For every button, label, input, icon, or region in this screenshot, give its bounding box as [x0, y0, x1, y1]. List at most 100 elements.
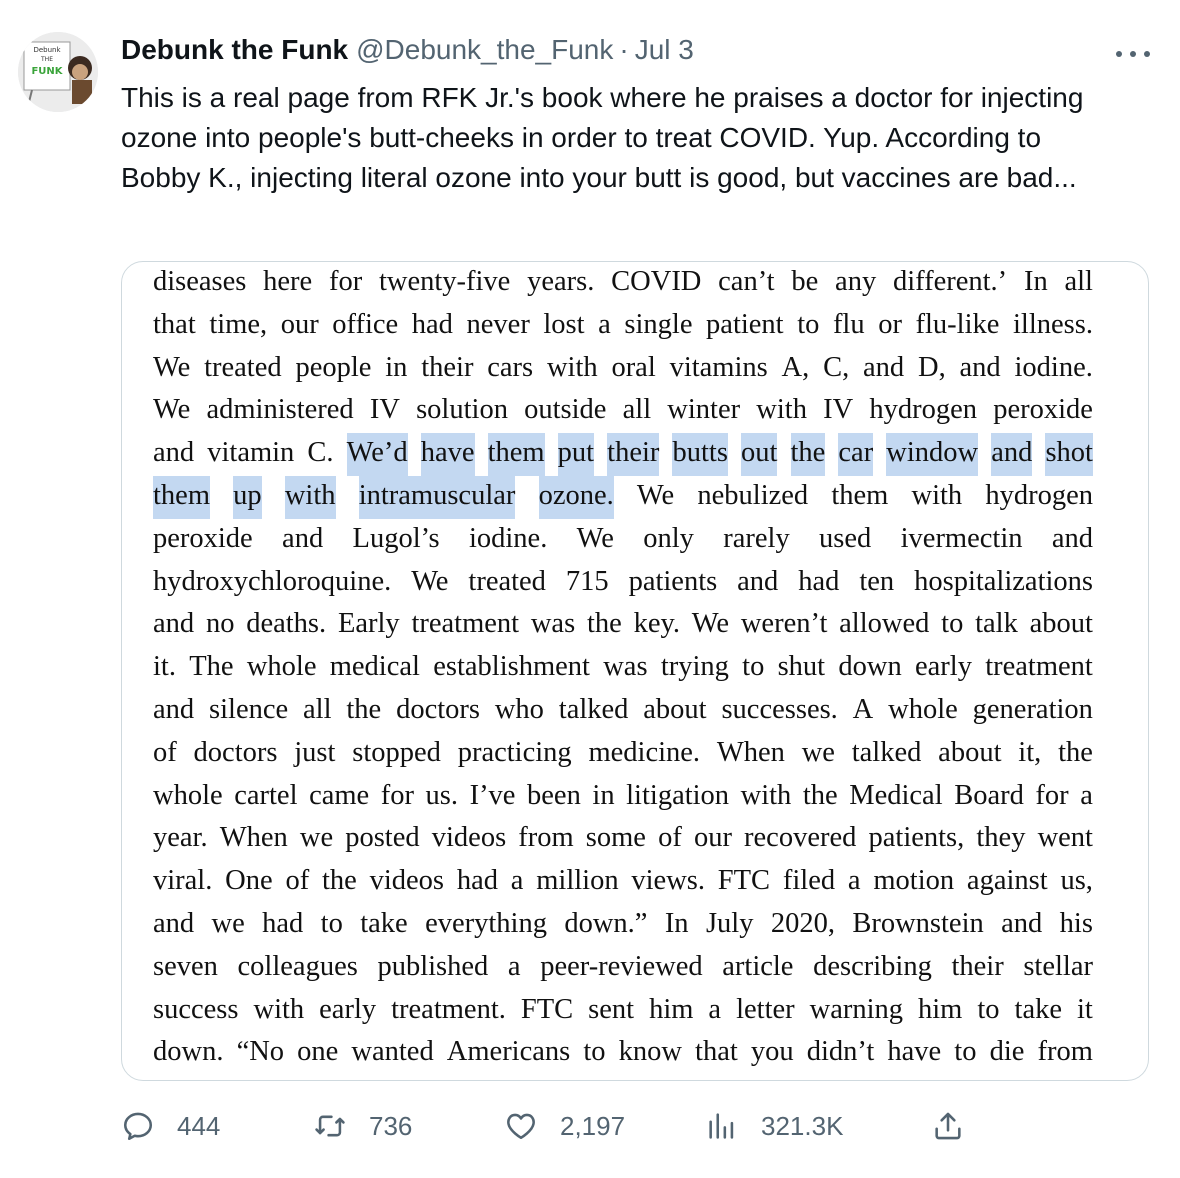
- book-word: here: [263, 266, 313, 297]
- book-word: warning: [809, 993, 904, 1025]
- book-word: doctors: [193, 736, 278, 768]
- book-word: COVID: [611, 266, 702, 297]
- tweet-media-image[interactable]: diseases here for twenty-five years. COVID can…: [121, 261, 1149, 1081]
- book-word: in: [592, 779, 615, 811]
- book-word: FTC: [717, 865, 771, 897]
- book-word: talk: [975, 608, 1018, 640]
- display-name[interactable]: Debunk the Funk: [121, 34, 348, 66]
- book-word: letter: [736, 993, 795, 1025]
- book-word: FTC: [520, 993, 574, 1025]
- book-word: we: [801, 736, 835, 768]
- like-button[interactable]: 2,197: [504, 1104, 625, 1148]
- tweet-date[interactable]: Jul 3: [635, 34, 694, 66]
- book-word: I’ve: [469, 779, 516, 811]
- book-word: one: [297, 1036, 339, 1068]
- retweet-button[interactable]: 736: [313, 1104, 412, 1148]
- book-word: a: [847, 865, 861, 897]
- book-word: We: [576, 522, 614, 554]
- book-word: IV: [369, 394, 400, 426]
- action-bar: 444 736 2,197 321.3K: [121, 1104, 1121, 1148]
- book-word: and: [153, 907, 195, 939]
- book-word: down: [838, 651, 902, 683]
- book-word: vitamin: [207, 437, 295, 469]
- book-word: their: [421, 351, 474, 383]
- book-word: In: [1023, 266, 1048, 297]
- reply-button[interactable]: 444: [121, 1104, 220, 1148]
- book-word: butts: [672, 433, 728, 476]
- book-word: iodine.: [468, 522, 548, 554]
- book-line: seven colleagues published a peer-reviewed ar…: [153, 947, 1093, 990]
- book-word: intramuscular: [358, 475, 516, 519]
- book-word: the: [802, 779, 838, 811]
- book-word: a: [708, 993, 722, 1025]
- book-word: with: [284, 475, 336, 519]
- book-word: you: [750, 1036, 794, 1068]
- book-word: of: [658, 822, 682, 854]
- handle[interactable]: @Debunk_the_Funk: [356, 34, 613, 66]
- more-icon-dot: [1130, 51, 1136, 57]
- book-word: a: [1080, 779, 1093, 811]
- book-word: generation: [972, 693, 1093, 725]
- avatar[interactable]: Debunk THE FUNK: [18, 32, 98, 112]
- book-word: We: [636, 479, 675, 511]
- book-word: IV: [823, 394, 854, 426]
- views-button[interactable]: 321.3K: [705, 1104, 843, 1148]
- book-word: lost: [543, 308, 585, 340]
- more-icon-dot: [1116, 51, 1122, 57]
- retweet-icon: [315, 1115, 345, 1137]
- book-word: treatment: [985, 651, 1093, 683]
- like-count: 2,197: [560, 1110, 626, 1141]
- book-word: used: [819, 522, 872, 554]
- book-word: have: [420, 433, 475, 476]
- book-word: had: [456, 865, 498, 897]
- book-word: We’d: [346, 433, 408, 476]
- book-word: from: [1037, 1036, 1093, 1068]
- book-word: We: [153, 351, 191, 383]
- book-word: iodine.: [1014, 351, 1093, 383]
- book-word: to: [583, 1036, 606, 1068]
- book-word: from: [518, 822, 574, 854]
- book-word: cars: [487, 351, 534, 383]
- book-word: treatment: [411, 608, 520, 640]
- book-word: successes.: [721, 693, 838, 725]
- book-word: ten: [859, 565, 895, 597]
- book-word: and: [153, 693, 195, 725]
- book-word: car: [838, 433, 874, 476]
- book-word: posted: [345, 822, 420, 854]
- book-word: patient: [706, 308, 784, 340]
- book-word: no: [205, 608, 235, 640]
- book-word: shot: [1045, 433, 1093, 476]
- book-word: Board: [954, 779, 1024, 811]
- book-word: and: [863, 351, 905, 383]
- book-word: Early: [337, 608, 400, 640]
- avatar-image: Debunk THE FUNK: [18, 32, 98, 112]
- book-word: million: [536, 865, 619, 897]
- book-word: practicing: [457, 736, 572, 768]
- book-word: filed: [782, 865, 836, 897]
- book-word: shut: [777, 651, 826, 683]
- book-word: We: [691, 608, 730, 640]
- more-icon[interactable]: [1116, 42, 1150, 66]
- book-word: with: [911, 479, 963, 511]
- book-word: against: [966, 865, 1048, 897]
- book-line: down. “No one wanted Americans to know that you d…: [153, 1032, 1093, 1075]
- book-word: of: [285, 865, 310, 897]
- book-word: take: [360, 907, 408, 939]
- book-word: a: [510, 865, 524, 897]
- book-word: didn’t: [806, 1036, 875, 1068]
- book-word: can’t: [718, 266, 775, 297]
- book-word: early: [914, 651, 972, 683]
- book-word: peer-reviewed: [540, 950, 703, 982]
- book-word: year.: [153, 822, 208, 854]
- book-word: down.: [153, 1036, 224, 1068]
- book-word: to: [977, 993, 1000, 1025]
- book-word: treated: [204, 351, 282, 383]
- book-word: and: [282, 522, 324, 554]
- book-word: views.: [631, 865, 705, 897]
- share-button[interactable]: [931, 1104, 965, 1148]
- book-line: We administered IV solution outside all winter…: [153, 390, 1093, 433]
- book-word: hydroxychloroquine.: [153, 565, 392, 597]
- book-word: people: [295, 351, 372, 383]
- book-word: A,: [781, 351, 810, 383]
- book-word: July: [705, 907, 754, 939]
